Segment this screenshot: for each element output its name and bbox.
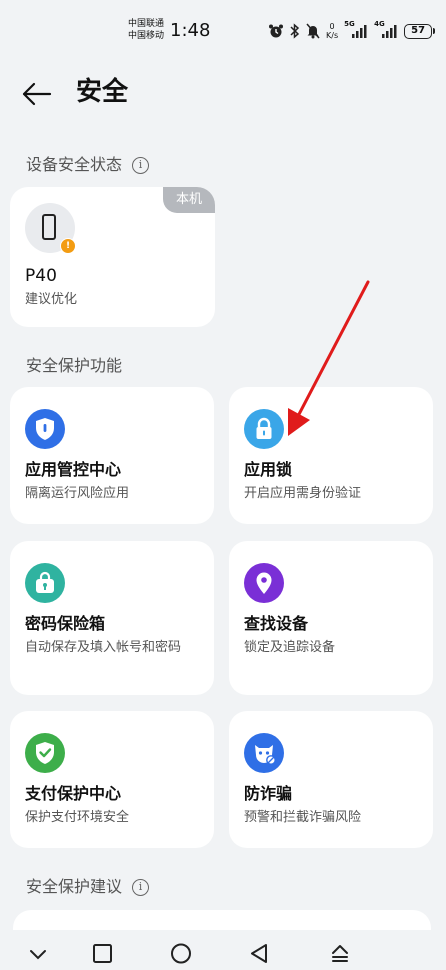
shield-check-icon [25,733,65,773]
feature-subtitle: 预警和拦截诈骗风险 [244,810,362,825]
circle-icon [171,943,191,964]
device-status-section-label: 设备安全状态 [26,155,123,174]
anti-fraud-icon [244,733,284,773]
recents-button[interactable] [88,942,116,966]
protection-section-label: 安全保护功能 [26,356,123,375]
carrier-names: 中国联通 中国移动 [128,18,164,42]
feature-subtitle: 自动保存及填入帐号和密码 [25,640,182,655]
status-bar: 中国联通 中国移动 1:48 0 K/s 5G 4G 57 [0,0,446,60]
carrier-2: 中国移动 [128,31,165,41]
collapse-nav-button[interactable] [24,942,52,966]
battery-indicator: 57 [404,23,436,39]
device-card[interactable]: 本机 ! P40 建议优化 [10,187,215,327]
status-icons: 0 K/s 5G 4G 57 [268,19,436,43]
mute-bell-icon [306,23,320,39]
phone-icon: ! [25,203,76,254]
feature-card-payment-protection[interactable]: 支付保护中心 保护支付环境安全 [10,711,214,848]
annotation-arrow-icon [288,280,370,436]
feature-subtitle: 锁定及追踪设备 [244,640,336,655]
signal-5g-icon: 5G [344,20,368,39]
signal-4g-icon: 4G [374,20,398,39]
feature-card-app-control[interactable]: 应用管控中心 隔离运行风险应用 [10,387,214,524]
chevron-down-icon [30,950,46,960]
feature-subtitle: 开启应用需身份验证 [244,486,362,501]
bluetooth-icon [290,23,300,39]
triangle-back-icon [251,944,267,963]
network-speed-value: 0 [329,22,335,31]
carrier-1: 中国联通 [128,19,165,29]
warning-icon: ! [60,238,76,254]
back-arrow-icon [22,82,52,106]
network-speed-unit: K/s [326,31,339,40]
protection-section-title: 安全保护功能 [26,355,122,377]
shield-icon [25,409,65,449]
suggestion-section-label: 安全保护建议 [26,877,123,896]
location-pin-icon [244,563,284,603]
feature-title: 应用管控中心 [25,460,122,479]
info-icon[interactable]: i [132,156,150,174]
page-title: 安全 [76,77,129,107]
this-device-badge: 本机 [163,187,215,213]
feature-title: 密码保险箱 [25,614,106,633]
info-icon[interactable]: i [132,878,150,896]
square-icon [93,944,112,963]
feature-subtitle: 隔离运行风险应用 [25,486,130,501]
device-name: P40 [25,266,57,286]
system-nav-bar [0,930,446,969]
back-nav-button[interactable] [246,942,274,966]
alarm-icon [268,23,284,39]
eject-icon [332,945,348,962]
suggestion-section-title: 安全保护建议 i [26,876,150,898]
network-speed: 0 K/s [326,22,338,40]
password-safe-icon [25,563,65,603]
feature-card-find-device[interactable]: 查找设备 锁定及追踪设备 [229,541,433,695]
feature-title: 查找设备 [244,614,309,633]
back-button[interactable] [20,78,56,110]
device-status: 建议优化 [25,292,78,307]
device-status-section-title: 设备安全状态 i [26,154,150,176]
home-button[interactable] [167,942,195,966]
keyboard-toggle-button[interactable] [326,942,354,966]
page-header: 安全 [0,70,446,116]
feature-title: 防诈骗 [244,784,293,803]
feature-card-anti-fraud[interactable]: 防诈骗 预警和拦截诈骗风险 [229,711,433,848]
clock: 1:48 [170,20,211,41]
feature-card-password-vault[interactable]: 密码保险箱 自动保存及填入帐号和密码 [10,541,214,695]
feature-title: 支付保护中心 [25,784,122,803]
feature-title: 应用锁 [244,460,293,479]
feature-subtitle: 保护支付环境安全 [25,810,130,825]
